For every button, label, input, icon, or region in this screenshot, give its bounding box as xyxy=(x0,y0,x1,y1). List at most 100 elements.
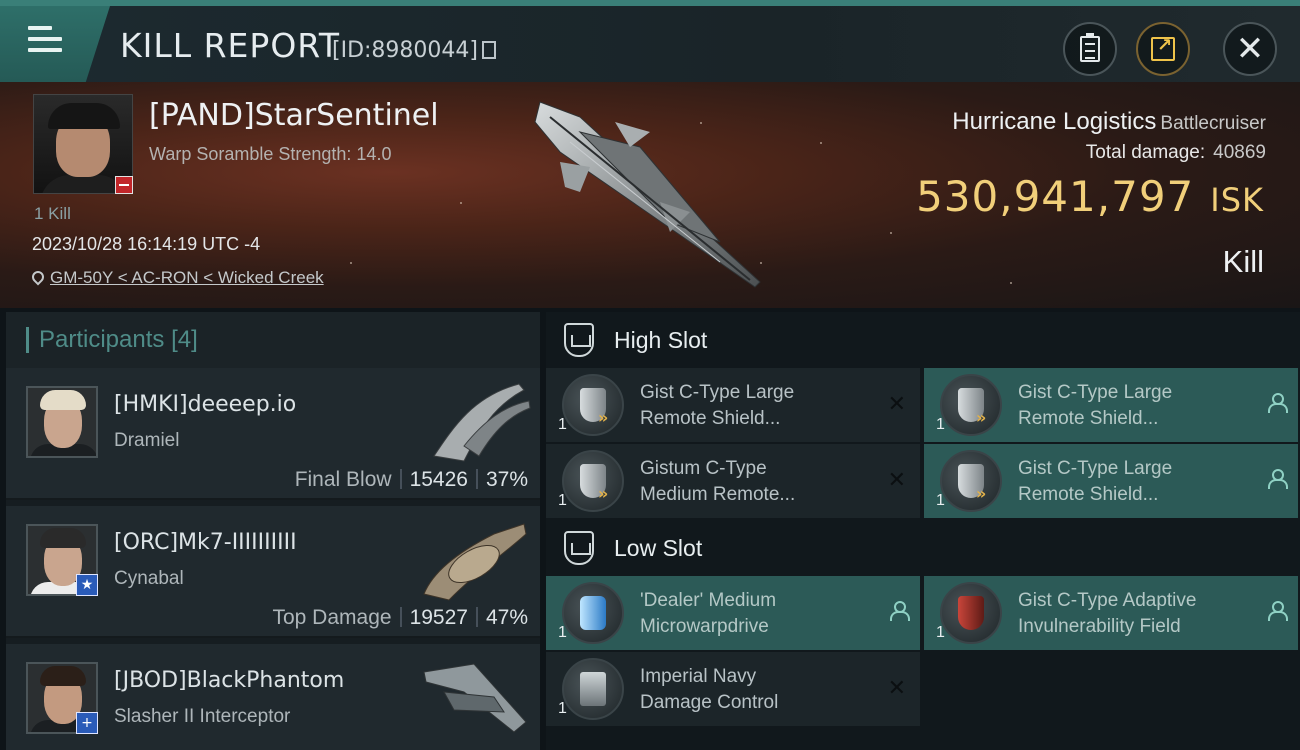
shield-booster-icon: » xyxy=(940,374,1002,436)
damage-control-icon xyxy=(562,658,624,720)
participant-stats: Final Blow 15426 37% xyxy=(295,468,528,492)
share-icon xyxy=(1151,35,1175,61)
ship-class: Battlecruiser xyxy=(1160,113,1266,134)
low-slot-icon xyxy=(564,531,594,565)
participants-header: Participants [4] xyxy=(6,312,540,368)
participant-ship: Slasher II Interceptor xyxy=(114,706,291,727)
module-name: 'Dealer' Medium Microwarpdrive xyxy=(640,588,870,640)
module-item[interactable]: » 1 Gist C-Type Large Remote Shield... xyxy=(924,368,1298,442)
clipboard-button[interactable] xyxy=(1063,22,1117,76)
module-name-line1: Gist C-Type Adaptive xyxy=(1018,590,1197,611)
total-damage-value: 40869 xyxy=(1213,142,1266,163)
low-slot-label: Low Slot xyxy=(614,534,703,561)
module-quantity: 1 xyxy=(558,416,567,433)
top-bar: KILL REPORT [ID:8980044] ✕ xyxy=(0,0,1300,82)
microwarpdrive-icon xyxy=(562,582,624,644)
invulnerability-field-icon xyxy=(940,582,1002,644)
participant-role: Final Blow xyxy=(294,468,392,491)
participant-row[interactable]: [HMKI]deeeep.io Dramiel Final Blow 15426 3… xyxy=(6,368,540,500)
module-name: Imperial Navy Damage Control xyxy=(640,664,870,716)
participant-percent: 37% xyxy=(485,468,528,491)
module-name-line1: Gist C-Type Large xyxy=(640,382,795,403)
shield-booster-icon: » xyxy=(562,374,624,436)
participants-panel: Participants [4] [HMKI]deeeep.io Dramiel… xyxy=(6,312,540,750)
isk-amount: 530,941,797 xyxy=(916,172,1195,221)
close-button[interactable]: ✕ xyxy=(1223,22,1277,76)
kill-count: 1 Kill xyxy=(34,204,71,223)
module-name-line2: Medium Remote... xyxy=(640,484,796,505)
warp-scramble-strength: Warp Soramble Strength: 14.0 xyxy=(149,144,392,164)
high-slot-label: High Slot xyxy=(614,326,708,353)
report-id-text: [ID:8980044] xyxy=(332,38,478,63)
module-name-line1: Gist C-Type Large xyxy=(1018,382,1173,403)
participant-name: [ORC]Mk7-IIIIIIIIII xyxy=(114,530,297,555)
close-icon: ✕ xyxy=(1235,29,1265,69)
module-name: Gistum C-Type Medium Remote... xyxy=(640,456,870,508)
module-name: Gist C-Type Large Remote Shield... xyxy=(640,380,870,432)
person-icon xyxy=(890,600,910,625)
shield-booster-icon: » xyxy=(562,450,624,512)
participant-row[interactable]: ★ [ORC]Mk7-IIIIIIIIII Cynabal Top Damage… xyxy=(6,506,540,638)
participant-damage: 15426 xyxy=(409,468,468,491)
module-item[interactable]: 1 Imperial Navy Damage Control ✕ xyxy=(546,652,920,726)
isk-unit: ISK xyxy=(1210,181,1264,219)
avatar[interactable] xyxy=(26,386,98,458)
copy-icon[interactable] xyxy=(482,41,496,59)
module-quantity: 1 xyxy=(936,492,945,509)
fitting-panel: High Slot » 1 Gist C-Type Large Remote Sh… xyxy=(546,312,1300,750)
participant-ship: Cynabal xyxy=(114,568,184,589)
x-icon: ✕ xyxy=(887,468,906,493)
participant-percent: 47% xyxy=(485,606,528,629)
module-quantity: 1 xyxy=(558,492,567,509)
module-name-line2: Damage Control xyxy=(640,692,779,713)
location-text: GM-50Y < AC-RON < Wicked Creek xyxy=(50,268,324,287)
menu-button[interactable] xyxy=(0,6,110,82)
participant-row[interactable]: + [JBOD]BlackPhantom Slasher II Intercep… xyxy=(6,644,540,750)
report-id: [ID:8980044] xyxy=(332,38,496,63)
victim-ship-name[interactable]: Hurricane Logistics Battlecruiser xyxy=(952,108,1266,136)
module-quantity: 1 xyxy=(936,624,945,641)
victim-name[interactable]: [PAND]StarSentinel xyxy=(149,98,439,133)
participant-ship: Dramiel xyxy=(114,430,180,451)
menu-icon xyxy=(28,26,62,56)
module-name-line1: Gist C-Type Large xyxy=(1018,458,1173,479)
share-button[interactable] xyxy=(1136,22,1190,76)
location-pin-icon xyxy=(29,268,47,286)
high-slot-icon xyxy=(564,323,594,357)
module-item[interactable]: 1 Gist C-Type Adaptive Invulnerability Fi… xyxy=(924,576,1298,650)
low-slot-header: Low Slot xyxy=(546,520,1300,576)
participants-label: Participants xyxy=(39,326,165,353)
shield-booster-icon: » xyxy=(940,450,1002,512)
participant-damage: 19527 xyxy=(409,606,468,629)
module-name-line1: Gistum C-Type xyxy=(640,458,767,479)
isk-value: 530,941,797 ISK xyxy=(916,172,1264,221)
module-name-line1: Imperial Navy xyxy=(640,666,757,687)
ship-name-text: Hurricane Logistics xyxy=(952,108,1157,135)
module-name-line2: Remote Shield... xyxy=(640,408,781,429)
module-item[interactable]: 1 'Dealer' Medium Microwarpdrive xyxy=(546,576,920,650)
module-name: Gist C-Type Large Remote Shield... xyxy=(1018,380,1248,432)
total-damage: Total damage: 40869 xyxy=(1086,142,1266,164)
module-item[interactable]: » 1 Gistum C-Type Medium Remote... ✕ xyxy=(546,444,920,518)
module-name-line2: Remote Shield... xyxy=(1018,408,1159,429)
high-slot-header: High Slot xyxy=(546,312,1300,368)
module-name: Gist C-Type Large Remote Shield... xyxy=(1018,456,1248,508)
hostile-status-icon xyxy=(115,176,133,194)
total-damage-label: Total damage: xyxy=(1085,142,1206,163)
kill-location-link[interactable]: GM-50Y < AC-RON < Wicked Creek xyxy=(29,268,324,288)
module-name-line2: Microwarpdrive xyxy=(640,616,769,637)
participant-ship-image xyxy=(423,663,527,733)
page-title: KILL REPORT xyxy=(120,26,340,65)
module-quantity: 1 xyxy=(558,700,567,717)
participant-ship-image xyxy=(433,383,531,462)
module-name-line2: Remote Shield... xyxy=(1018,484,1159,505)
module-name-line1: 'Dealer' Medium xyxy=(640,590,777,611)
module-item[interactable]: » 1 Gist C-Type Large Remote Shield... xyxy=(924,444,1298,518)
module-name-line2: Invulnerability Field xyxy=(1018,616,1181,637)
person-icon xyxy=(1268,392,1288,417)
victim-ship-image xyxy=(534,101,761,288)
module-item[interactable]: » 1 Gist C-Type Large Remote Shield... ✕ xyxy=(546,368,920,442)
participant-name: [JBOD]BlackPhantom xyxy=(114,668,345,693)
star-badge-icon: ★ xyxy=(76,574,98,596)
clipboard-icon xyxy=(1080,33,1100,62)
